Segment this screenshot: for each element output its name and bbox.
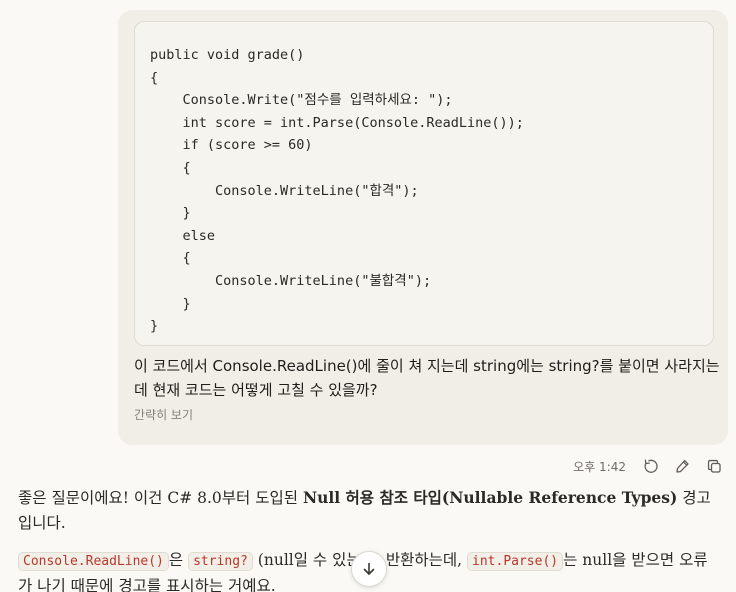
code-line: int score = int.Parse(Console.ReadLine()… bbox=[150, 114, 524, 131]
user-message-text: 이 코드에서 Console.ReadLine()에 줄이 쳐 지는데 stri… bbox=[134, 357, 720, 399]
inline-code: int.Parse() bbox=[467, 552, 564, 571]
message-timestamp: 오후 1:42 bbox=[573, 459, 626, 474]
message-toolbar: 오후 1:42 bbox=[573, 456, 724, 476]
code-line: { bbox=[150, 250, 191, 267]
code-line: else bbox=[150, 227, 216, 244]
scroll-to-bottom-button[interactable] bbox=[351, 551, 387, 587]
user-message-bubble: public void grade() { Console.Write("점수를… bbox=[118, 10, 728, 445]
assistant-paragraph: 좋은 질문이에요! 이건 C# 8.0부터 도입된 Null 허용 참조 타입(… bbox=[18, 485, 718, 536]
code-line: public void grade() bbox=[150, 47, 305, 63]
assistant-text: 은 bbox=[168, 551, 189, 569]
collapse-button[interactable]: 간략히 보기 bbox=[134, 406, 193, 423]
chat-page: public void grade() { Console.Write("점수를… bbox=[0, 0, 736, 592]
copy-icon[interactable] bbox=[704, 456, 724, 476]
code-line: { bbox=[150, 159, 191, 176]
code-line: Console.WriteLine("합격"); bbox=[150, 182, 419, 199]
code-line: Console.WriteLine("불합격"); bbox=[150, 272, 432, 289]
assistant-text: 좋은 질문이에요! 이건 C# 8.0부터 도입된 bbox=[18, 489, 303, 507]
arrow-down-icon bbox=[363, 562, 375, 575]
code-block: public void grade() { Console.Write("점수를… bbox=[134, 21, 714, 346]
code-line: } bbox=[150, 295, 191, 312]
assistant-bold-text: Null 허용 참조 타입(Nullable Reference Types) bbox=[302, 488, 678, 507]
inline-code: string? bbox=[188, 552, 253, 571]
code-line: } bbox=[150, 205, 191, 222]
code-line: Console.Write("점수를 입력하세요: "); bbox=[150, 92, 453, 109]
code-line: if (score >= 60) bbox=[150, 137, 313, 154]
edit-icon[interactable] bbox=[672, 456, 692, 476]
inline-code: Console.ReadLine() bbox=[18, 552, 169, 571]
retry-icon[interactable] bbox=[640, 456, 660, 476]
code-line: } bbox=[150, 318, 159, 335]
code-line: { bbox=[150, 69, 159, 86]
